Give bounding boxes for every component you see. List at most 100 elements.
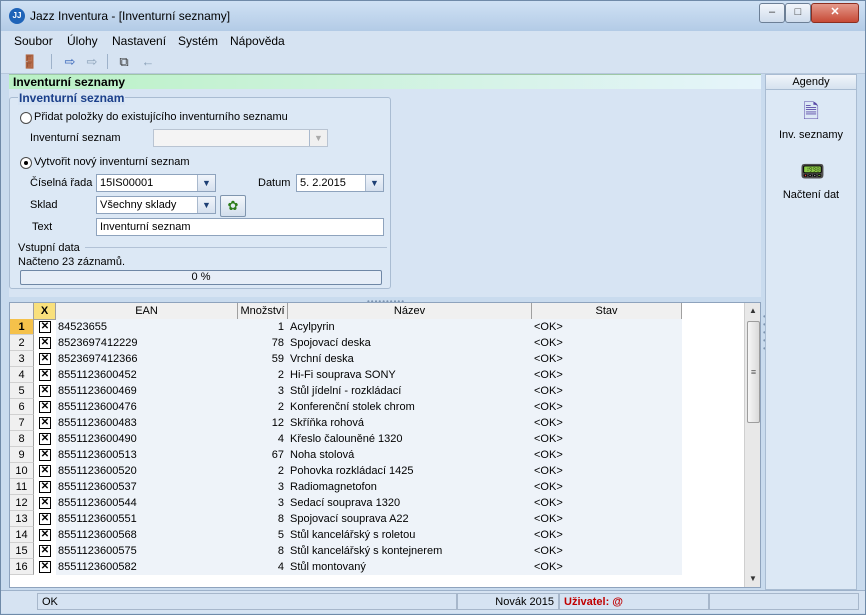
- row-number: 5: [10, 383, 34, 399]
- close-button[interactable]: ✕: [811, 3, 859, 23]
- exit-door-icon[interactable]: 🚪: [21, 53, 39, 70]
- row-checkbox[interactable]: ✕: [39, 401, 51, 413]
- ean-column-header[interactable]: EAN: [56, 303, 238, 319]
- table-row[interactable]: 3 ✕ 8523697412366 59 Vrchní deska <OK>: [10, 351, 682, 367]
- table-row[interactable]: 5 ✕ 8551123600469 3 Stůl jídelní - rozkládac…: [10, 383, 682, 399]
- table-row[interactable]: 10 ✕ 8551123600520 2 Pohovka rozkládací 1425…: [10, 463, 682, 479]
- menu-soubor[interactable]: Soubor: [14, 34, 53, 48]
- check-cell[interactable]: ✕: [34, 511, 56, 527]
- status-state: OK: [37, 593, 457, 610]
- check-cell[interactable]: ✕: [34, 367, 56, 383]
- row-number: 11: [10, 479, 34, 495]
- status-user-period: Novák 2015: [457, 593, 559, 610]
- warehouse-select[interactable]: Všechny sklady ▼: [96, 196, 216, 214]
- agenda-label: Inv. seznamy: [779, 129, 843, 141]
- menu-nastaveni[interactable]: Nastavení: [112, 34, 166, 48]
- maximize-button[interactable]: □: [785, 3, 811, 23]
- check-cell[interactable]: ✕: [34, 463, 56, 479]
- row-checkbox[interactable]: ✕: [39, 513, 51, 525]
- chevron-down-icon[interactable]: ▼: [365, 175, 383, 191]
- toolbar-separator: [51, 54, 52, 69]
- table-row[interactable]: 12 ✕ 8551123600544 3 Sedací souprava 1320 <OK…: [10, 495, 682, 511]
- row-number: 4: [10, 367, 34, 383]
- row-checkbox[interactable]: ✕: [39, 385, 51, 397]
- ean-cell: 8551123600575: [56, 543, 238, 559]
- create-new-radio[interactable]: [20, 157, 32, 169]
- check-cell[interactable]: ✕: [34, 383, 56, 399]
- row-checkbox[interactable]: ✕: [39, 417, 51, 429]
- check-cell[interactable]: ✕: [34, 479, 56, 495]
- check-column-header[interactable]: X: [34, 303, 56, 319]
- copy-documents-icon[interactable]: ⧉: [115, 53, 133, 70]
- transfer-to-list-icon[interactable]: ⇨: [61, 53, 79, 70]
- table-row[interactable]: 2 ✕ 8523697412229 78 Spojovací deska <OK>: [10, 335, 682, 351]
- table-row[interactable]: 14 ✕ 8551123600568 5 Stůl kancelářský s role…: [10, 527, 682, 543]
- chevron-down-icon[interactable]: ▼: [197, 175, 215, 191]
- row-checkbox[interactable]: ✕: [39, 353, 51, 365]
- row-checkbox[interactable]: ✕: [39, 465, 51, 477]
- ean-cell: 8523697412366: [56, 351, 238, 367]
- existing-list-select[interactable]: ▼: [153, 129, 328, 147]
- table-row[interactable]: 15 ✕ 8551123600575 8 Stůl kancelářský s kont…: [10, 543, 682, 559]
- check-cell[interactable]: ✕: [34, 543, 56, 559]
- row-checkbox[interactable]: ✕: [39, 481, 51, 493]
- name-cell: Spojovací souprava A22: [288, 511, 532, 527]
- chevron-down-icon[interactable]: ▼: [197, 197, 215, 213]
- minimize-button[interactable]: –: [759, 3, 785, 23]
- qty-cell: 12: [238, 415, 288, 431]
- tree-icon[interactable]: ✿: [220, 195, 246, 217]
- menu-system[interactable]: Systém: [178, 34, 218, 48]
- row-checkbox[interactable]: ✕: [39, 369, 51, 381]
- scroll-thumb[interactable]: ≡: [747, 321, 760, 423]
- table-row[interactable]: 16 ✕ 8551123600582 4 Stůl montovaný <OK>: [10, 559, 682, 575]
- table-row[interactable]: 11 ✕ 8551123600537 3 Radiomagnetofon <OK>: [10, 479, 682, 495]
- series-select[interactable]: 15IS00001 ▼: [96, 174, 216, 192]
- document-list-icon: 🗎: [802, 101, 820, 123]
- agenda-inv-seznamy[interactable]: 🗎 Inv. seznamy: [766, 99, 856, 141]
- name-column-header[interactable]: Název: [288, 303, 532, 319]
- row-checkbox[interactable]: ✕: [39, 321, 51, 333]
- check-cell[interactable]: ✕: [34, 351, 56, 367]
- input-data-title: Vstupní data: [18, 242, 80, 254]
- table-row[interactable]: 9 ✕ 8551123600513 67 Noha stolová <OK>: [10, 447, 682, 463]
- table-row[interactable]: 4 ✕ 8551123600452 2 Hi-Fi souprava SONY <OK>: [10, 367, 682, 383]
- row-checkbox[interactable]: ✕: [39, 449, 51, 461]
- check-cell[interactable]: ✕: [34, 399, 56, 415]
- row-checkbox[interactable]: ✕: [39, 337, 51, 349]
- row-checkbox[interactable]: ✕: [39, 497, 51, 509]
- chevron-down-icon[interactable]: ▼: [309, 130, 327, 146]
- scroll-up-icon[interactable]: ▲: [745, 303, 760, 319]
- row-checkbox[interactable]: ✕: [39, 433, 51, 445]
- check-cell[interactable]: ✕: [34, 335, 56, 351]
- row-checkbox[interactable]: ✕: [39, 561, 51, 573]
- table-row[interactable]: 8 ✕ 8551123600490 4 Křeslo čalouněné 1320 <OK…: [10, 431, 682, 447]
- table-row[interactable]: 13 ✕ 8551123600551 8 Spojovací souprava A22 <…: [10, 511, 682, 527]
- check-cell[interactable]: ✕: [34, 319, 56, 335]
- menu-ulohy[interactable]: Úlohy: [67, 34, 98, 48]
- check-cell[interactable]: ✕: [34, 495, 56, 511]
- menu-napoveda[interactable]: Nápověda: [230, 34, 285, 48]
- check-cell[interactable]: ✕: [34, 447, 56, 463]
- check-cell[interactable]: ✕: [34, 415, 56, 431]
- table-row[interactable]: 1 ✕ 84523655 1 Acylpyrin <OK>: [10, 319, 682, 335]
- row-checkbox[interactable]: ✕: [39, 545, 51, 557]
- text-value: Inventurní seznam: [100, 221, 191, 233]
- qty-cell: 78: [238, 335, 288, 351]
- stav-column-header[interactable]: Stav: [532, 303, 682, 319]
- stav-cell: <OK>: [532, 479, 682, 495]
- table-row[interactable]: 6 ✕ 8551123600476 2 Konferenční stolek chrom…: [10, 399, 682, 415]
- title-bar: JJ Jazz Inventura - [Inventurní seznamy]…: [1, 1, 865, 31]
- row-checkbox[interactable]: ✕: [39, 529, 51, 541]
- date-picker[interactable]: 5. 2.2015 ▼: [296, 174, 384, 192]
- check-cell[interactable]: ✕: [34, 559, 56, 575]
- text-input[interactable]: Inventurní seznam: [96, 218, 384, 236]
- agenda-nacteni-dat[interactable]: 📟 Načtení dat: [766, 159, 856, 201]
- add-existing-radio[interactable]: [20, 112, 32, 124]
- check-cell[interactable]: ✕: [34, 431, 56, 447]
- qty-column-header[interactable]: Množství: [238, 303, 288, 319]
- vertical-scrollbar[interactable]: ▲ ≡ ▼: [744, 303, 760, 587]
- scroll-down-icon[interactable]: ▼: [745, 571, 760, 587]
- check-cell[interactable]: ✕: [34, 527, 56, 543]
- name-cell: Stůl kancelářský s roletou: [288, 527, 532, 543]
- table-row[interactable]: 7 ✕ 8551123600483 12 Skříňka rohová <OK>: [10, 415, 682, 431]
